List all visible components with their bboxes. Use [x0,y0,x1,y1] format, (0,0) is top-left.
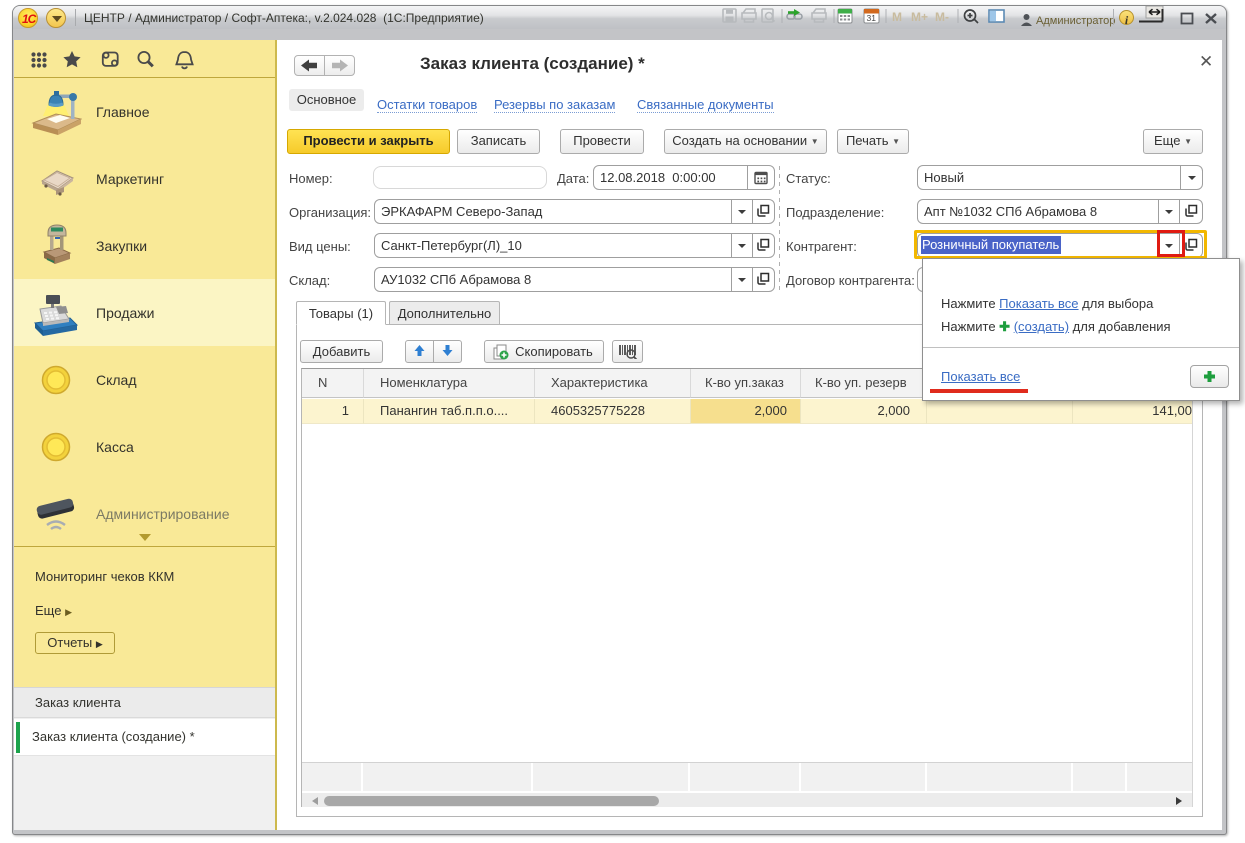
svg-text:M: M [892,10,902,24]
svg-text:M+: M+ [911,10,928,24]
svg-text:M-: M- [935,10,949,24]
svg-text:31: 31 [867,13,877,23]
